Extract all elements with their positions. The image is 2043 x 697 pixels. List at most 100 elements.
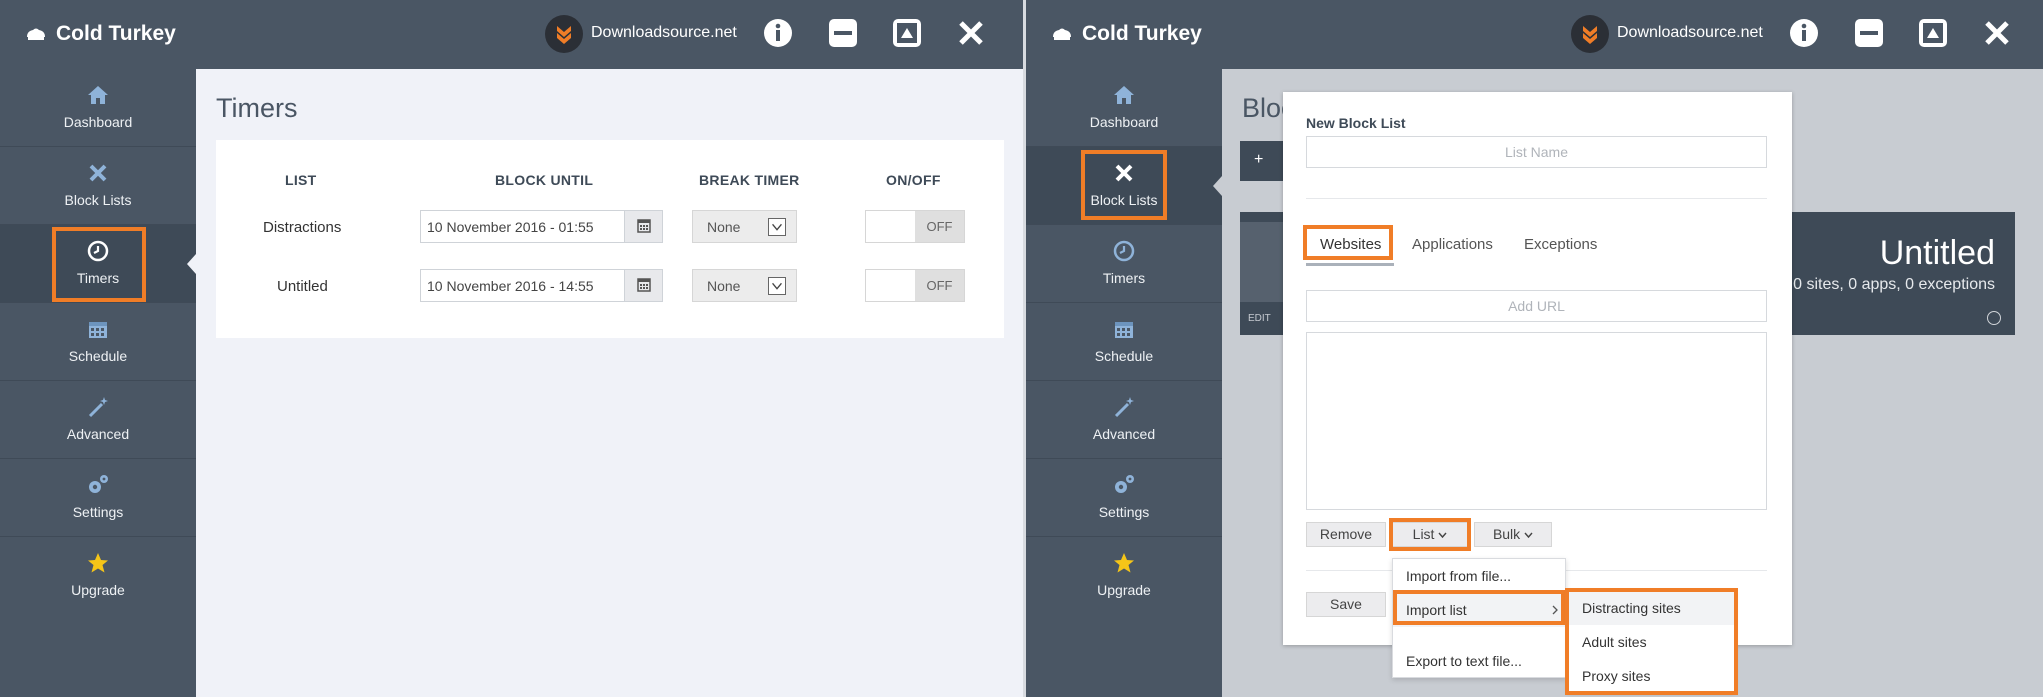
maximize-icon[interactable] xyxy=(1916,16,1950,50)
list-button[interactable]: List xyxy=(1392,522,1468,547)
divider xyxy=(1306,198,1767,199)
info-icon[interactable] xyxy=(1787,16,1821,50)
toggle-state: OFF xyxy=(915,211,964,242)
break-timer-value: None xyxy=(707,278,741,294)
app-title: Cold Turkey xyxy=(1082,22,1202,45)
bulk-button-label: Bulk xyxy=(1492,526,1521,542)
sidebar-item-schedule[interactable]: Schedule xyxy=(0,303,196,381)
block-until-value: 10 November 2016 - 01:55 xyxy=(427,219,594,235)
sidebar-item-settings[interactable]: Settings xyxy=(0,459,196,537)
sidebar-item-label: Block Lists xyxy=(1090,192,1158,208)
wand-icon xyxy=(88,397,108,418)
menu-item-import-from-file[interactable]: Import from file... xyxy=(1393,559,1565,593)
cold-turkey-logo-icon xyxy=(1053,28,1071,40)
sidebar-item-label: Dashboard xyxy=(1089,114,1159,130)
calendar-icon[interactable] xyxy=(624,270,662,301)
tab-exceptions[interactable]: Exceptions xyxy=(1524,236,1597,253)
brand-text: Downloadsource.net xyxy=(591,24,737,41)
close-icon[interactable] xyxy=(1980,16,2014,50)
add-url-input[interactable]: Add URL xyxy=(1306,290,1767,322)
page-title: Timers xyxy=(216,93,298,123)
clock-icon xyxy=(87,240,109,262)
sidebar-item-upgrade[interactable]: Upgrade xyxy=(0,537,196,615)
card-edit-link[interactable]: EDIT xyxy=(1248,313,1271,324)
bulk-button[interactable]: Bulk xyxy=(1474,522,1552,547)
save-button-label: Save xyxy=(1330,596,1362,612)
sidebar-item-label: Block Lists xyxy=(64,192,132,208)
card-title: Untitled xyxy=(1879,234,1995,272)
break-timer-select[interactable]: None xyxy=(692,210,797,243)
menu-item-label: Proxy sites xyxy=(1582,668,1651,684)
gears-icon xyxy=(1115,475,1134,493)
sidebar-item-schedule[interactable]: Schedule xyxy=(1026,303,1222,381)
chevron-down-icon xyxy=(1438,532,1447,539)
sidebar-item-timers[interactable]: Timers xyxy=(1026,225,1222,303)
on-off-toggle[interactable]: OFF xyxy=(865,269,965,302)
minimize-icon[interactable] xyxy=(826,16,860,50)
sidebar-item-label: Timers xyxy=(76,270,120,286)
block-until-input[interactable]: 10 November 2016 - 01:55 xyxy=(420,210,663,243)
sidebar-item-label: Upgrade xyxy=(71,582,125,598)
star-icon xyxy=(88,553,108,573)
maximize-icon[interactable] xyxy=(890,16,924,50)
menu-item-adult-sites[interactable]: Adult sites xyxy=(1569,625,1734,659)
import-list-submenu: Distracting sites Adult sites Proxy site… xyxy=(1568,590,1735,692)
menu-item-export-to-text-file[interactable]: Export to text file... xyxy=(1393,644,1565,678)
column-header-list: LIST xyxy=(285,172,317,188)
sidebar-item-upgrade[interactable]: Upgrade xyxy=(1026,537,1222,615)
info-icon[interactable] xyxy=(761,16,795,50)
chevron-down-icon xyxy=(1524,532,1533,539)
menu-item-label: Adult sites xyxy=(1582,634,1647,650)
url-list[interactable] xyxy=(1306,332,1767,510)
save-button[interactable]: Save xyxy=(1306,592,1386,617)
sidebar-item-block-lists[interactable]: Block Lists xyxy=(1026,147,1222,225)
remove-button-label: Remove xyxy=(1319,526,1373,542)
list-name-input[interactable]: List Name xyxy=(1306,136,1767,168)
list-name: Distractions xyxy=(263,219,342,236)
menu-item-label: Export to text file... xyxy=(1406,653,1522,669)
star-icon xyxy=(1114,553,1134,573)
sidebar-item-label: Dashboard xyxy=(63,114,133,130)
block-until-input[interactable]: 10 November 2016 - 14:55 xyxy=(420,269,663,302)
home-icon xyxy=(88,86,108,104)
menu-item-distracting-sites[interactable]: Distracting sites xyxy=(1569,591,1734,625)
minimize-icon[interactable] xyxy=(1852,16,1886,50)
list-name: Untitled xyxy=(277,278,328,295)
close-icon[interactable] xyxy=(954,16,988,50)
sidebar-item-advanced[interactable]: Advanced xyxy=(1026,381,1222,459)
home-icon xyxy=(1114,86,1134,104)
chevron-down-icon xyxy=(768,277,786,295)
menu-item-label: Import list xyxy=(1406,602,1467,618)
sidebar-item-advanced[interactable]: Advanced xyxy=(0,381,196,459)
sidebar-item-block-lists[interactable]: Block Lists xyxy=(0,147,196,225)
card-stats: 0 sites, 0 apps, 0 exceptions xyxy=(1793,276,1995,293)
calendar-icon[interactable] xyxy=(624,211,662,242)
on-off-toggle[interactable]: OFF xyxy=(865,210,965,243)
tab-applications[interactable]: Applications xyxy=(1412,236,1493,253)
remove-button[interactable]: Remove xyxy=(1306,522,1386,547)
column-header-block-until: BLOCK UNTIL xyxy=(495,172,594,188)
sidebar-item-label: Upgrade xyxy=(1097,582,1151,598)
sidebar-item-label: Advanced xyxy=(1092,426,1156,442)
title-bar: Cold Turkey Downloadsource.net xyxy=(0,0,1023,69)
toggle-state: OFF xyxy=(915,270,964,301)
sidebar-item-timers[interactable]: Timers xyxy=(0,225,196,303)
sidebar-item-dashboard[interactable]: Dashboard xyxy=(0,69,196,147)
left-window: Cold Turkey Downloadsource.net Dashboard… xyxy=(0,0,1023,697)
break-timer-select[interactable]: None xyxy=(692,269,797,302)
title-bar: Cold Turkey Downloadsource.net xyxy=(1026,0,2043,69)
brand-text: Downloadsource.net xyxy=(1617,24,1763,41)
tab-websites[interactable]: Websites xyxy=(1320,236,1381,253)
sidebar-item-dashboard[interactable]: Dashboard xyxy=(1026,69,1222,147)
calendar-icon xyxy=(89,322,107,338)
sidebar-item-settings[interactable]: Settings xyxy=(1026,459,1222,537)
arrow-right-icon[interactable] xyxy=(1987,311,2001,325)
wand-icon xyxy=(1114,397,1134,418)
gears-icon xyxy=(89,475,108,493)
sidebar-item-label: Timers xyxy=(1102,270,1146,286)
menu-item-import-list[interactable]: Import list xyxy=(1393,593,1565,627)
sidebar-item-label: Settings xyxy=(72,504,124,520)
timers-table: LIST BLOCK UNTIL BREAK TIMER ON/OFF Dist… xyxy=(216,140,1004,338)
menu-item-proxy-sites[interactable]: Proxy sites xyxy=(1569,659,1734,693)
x-icon xyxy=(89,164,107,182)
